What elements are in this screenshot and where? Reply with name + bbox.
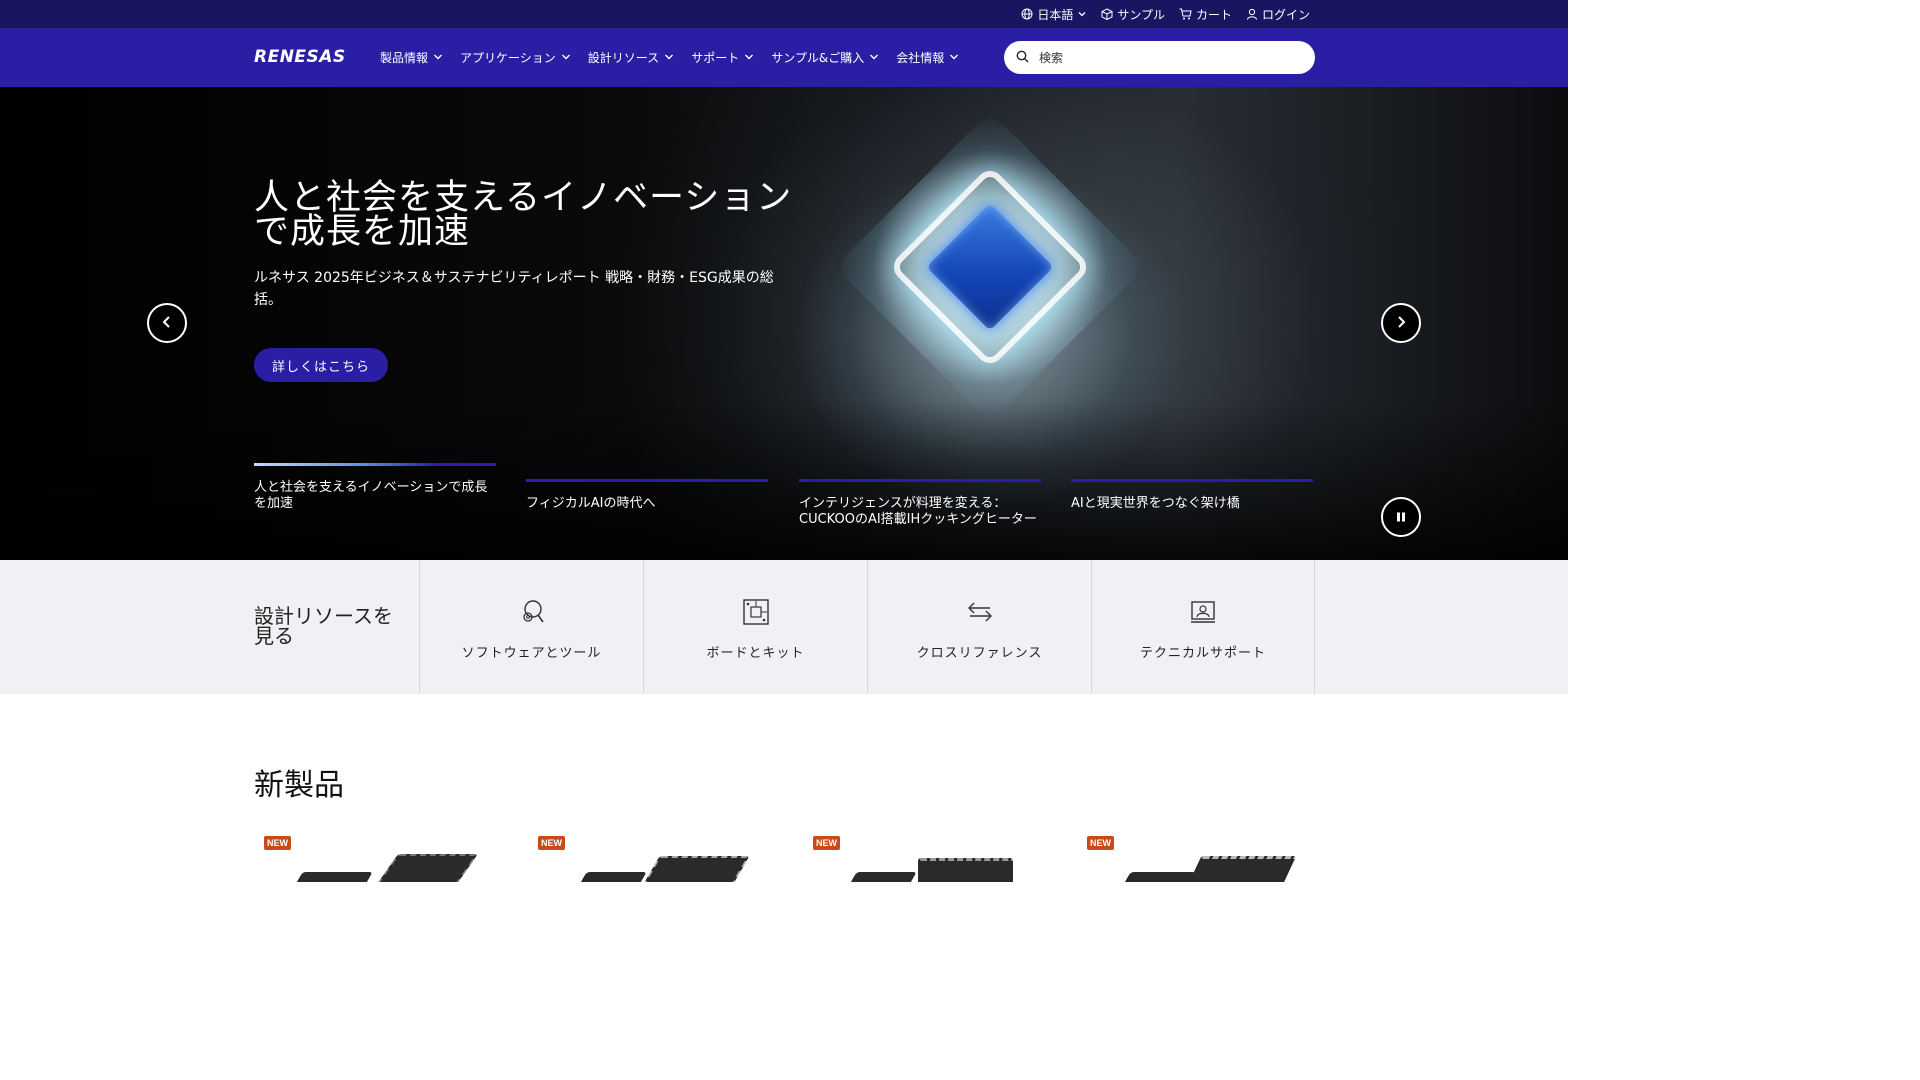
resource-card-technical-support[interactable]: テクニカルサポート — [1091, 560, 1315, 694]
nav-item-label: 製品情報 — [380, 51, 429, 65]
renesas-logo[interactable]: RENESAS — [254, 47, 346, 67]
product-card[interactable]: NEW — [528, 830, 778, 882]
utility-items: 日本語 サンプル カート ログイン — [1021, 0, 1310, 28]
new-badge: NEW — [813, 836, 840, 850]
nav-item-support[interactable]: サポート — [691, 49, 754, 66]
board-kit-icon — [742, 598, 770, 630]
chevron-down-icon — [433, 51, 443, 65]
product-image — [1113, 872, 1196, 882]
pause-icon — [1395, 508, 1407, 527]
product-image — [636, 856, 750, 882]
software-tools-icon — [518, 598, 546, 630]
product-image — [569, 872, 647, 882]
product-image — [839, 872, 917, 882]
language-label: 日本語 — [1037, 7, 1074, 22]
slide-tab-label: インテリジェンスが料理を変える：CUCKOOのAI搭載IHクッキングヒーター — [799, 496, 1037, 527]
chevron-down-icon — [949, 51, 959, 65]
cart-icon — [1179, 8, 1192, 20]
new-products-title: 新製品 — [254, 768, 344, 803]
resource-card-label: ボードとキット — [706, 646, 805, 661]
chevron-down-icon — [561, 51, 571, 65]
main-navigation: RENESAS 製品情報 アプリケーション 設計リソース サポート サンプル&ご… — [0, 28, 1568, 87]
design-resources-section: 設計リソースを見る ソフトウェアとツール ボードとキット クロスリファレンス テ… — [0, 560, 1568, 694]
nav-item-label: 設計リソース — [587, 51, 660, 65]
hero-subtitle: ルネサス 2025年ビジネス＆サステナビリティレポート 戦略・財務・ESG成果の… — [254, 270, 774, 308]
resource-card-label: テクニカルサポート — [1139, 646, 1266, 661]
chevron-left-icon — [160, 314, 174, 333]
nav-menu: 製品情報 アプリケーション 設計リソース サポート サンプル&ご購入 会社情報 — [380, 28, 959, 87]
slide-progress-bar — [254, 463, 496, 466]
product-card[interactable]: NEW — [803, 830, 1053, 882]
product-image — [285, 872, 373, 882]
hero-title: 人と社会を支えるイノベーションで成長を加速 — [254, 178, 793, 252]
slide-tab-label: フィジカルAIの時代へ — [526, 496, 656, 511]
slide-tab-label: 人と社会を支えるイノベーションで成長を加速 — [254, 480, 488, 511]
learn-more-button[interactable]: 詳しくはこちら — [254, 348, 388, 382]
carousel-prev-button[interactable] — [147, 303, 187, 343]
sample-link[interactable]: サンプル — [1101, 6, 1165, 23]
utility-bar: 日本語 サンプル カート ログイン — [0, 0, 1568, 28]
resource-card-label: ソフトウェアとツール — [461, 646, 602, 661]
sample-label: サンプル — [1117, 7, 1165, 22]
nav-item-company[interactable]: 会社情報 — [896, 49, 959, 66]
resource-card-boards-kits[interactable]: ボードとキット — [643, 560, 867, 694]
technical-support-icon — [1189, 598, 1217, 630]
product-card[interactable]: NEW — [254, 830, 504, 882]
resource-card-software-tools[interactable]: ソフトウェアとツール — [419, 560, 643, 694]
nav-item-label: 会社情報 — [896, 51, 945, 65]
login-link[interactable]: ログイン — [1246, 6, 1310, 23]
product-image — [1182, 856, 1297, 882]
globe-icon — [1021, 8, 1033, 20]
slide-progress-bar — [526, 479, 768, 482]
slide-tab-3[interactable]: インテリジェンスが料理を変える：CUCKOOのAI搭載IHクッキングヒーター — [799, 479, 1041, 528]
nav-item-applications[interactable]: アプリケーション — [460, 49, 571, 66]
user-icon — [1246, 8, 1258, 20]
resource-card-cross-reference[interactable]: クロスリファレンス — [867, 560, 1091, 694]
resource-card-label: クロスリファレンス — [916, 646, 1043, 661]
product-image — [369, 854, 479, 882]
design-resources-title: 設計リソースを見る — [254, 604, 393, 648]
search-box[interactable] — [1004, 41, 1315, 74]
cross-reference-icon — [966, 598, 994, 630]
nav-item-label: サンプル&ご購入 — [771, 51, 865, 65]
slide-tab-4[interactable]: AIと現実世界をつなぐ架け橋 — [1071, 479, 1313, 512]
search-icon — [1016, 48, 1029, 67]
nav-item-products[interactable]: 製品情報 — [380, 49, 443, 66]
carousel-next-button[interactable] — [1381, 303, 1421, 343]
carousel-pause-button[interactable] — [1381, 497, 1421, 537]
cart-label: カート — [1195, 7, 1232, 22]
chevron-right-icon — [1394, 314, 1408, 333]
slide-tab-1[interactable]: 人と社会を支えるイノベーションで成長を加速 — [254, 463, 496, 512]
box-icon — [1101, 8, 1113, 20]
chevron-down-icon — [1077, 9, 1087, 19]
cart-link[interactable]: カート — [1179, 6, 1232, 23]
slide-progress-bar — [1071, 479, 1313, 482]
slide-progress-bar — [799, 479, 1041, 482]
nav-item-label: アプリケーション — [460, 51, 556, 65]
new-badge: NEW — [1087, 836, 1114, 850]
nav-item-design-resources[interactable]: 設計リソース — [588, 49, 674, 66]
nav-item-label: サポート — [691, 51, 740, 65]
chevron-down-icon — [744, 51, 754, 65]
product-image — [918, 858, 1013, 882]
carousel-slide-tabs: 人と社会を支えるイノベーションで成長を加速 フィジカルAIの時代へ インテリジェ… — [254, 463, 1314, 533]
new-badge: NEW — [538, 836, 565, 850]
product-card[interactable]: NEW — [1077, 830, 1327, 882]
hero-carousel: 人と社会を支えるイノベーションで成長を加速 ルネサス 2025年ビジネス＆サステ… — [0, 87, 1568, 560]
chevron-down-icon — [869, 51, 879, 65]
login-label: ログイン — [1261, 7, 1310, 22]
search-input[interactable] — [1039, 50, 1279, 65]
nav-item-sample-purchase[interactable]: サンプル&ご購入 — [771, 49, 879, 66]
chevron-down-icon — [664, 51, 674, 65]
slide-tab-label: AIと現実世界をつなぐ架け橋 — [1071, 496, 1240, 511]
slide-tab-2[interactable]: フィジカルAIの時代へ — [526, 479, 768, 512]
language-selector[interactable]: 日本語 — [1021, 6, 1087, 23]
new-badge: NEW — [264, 836, 291, 850]
